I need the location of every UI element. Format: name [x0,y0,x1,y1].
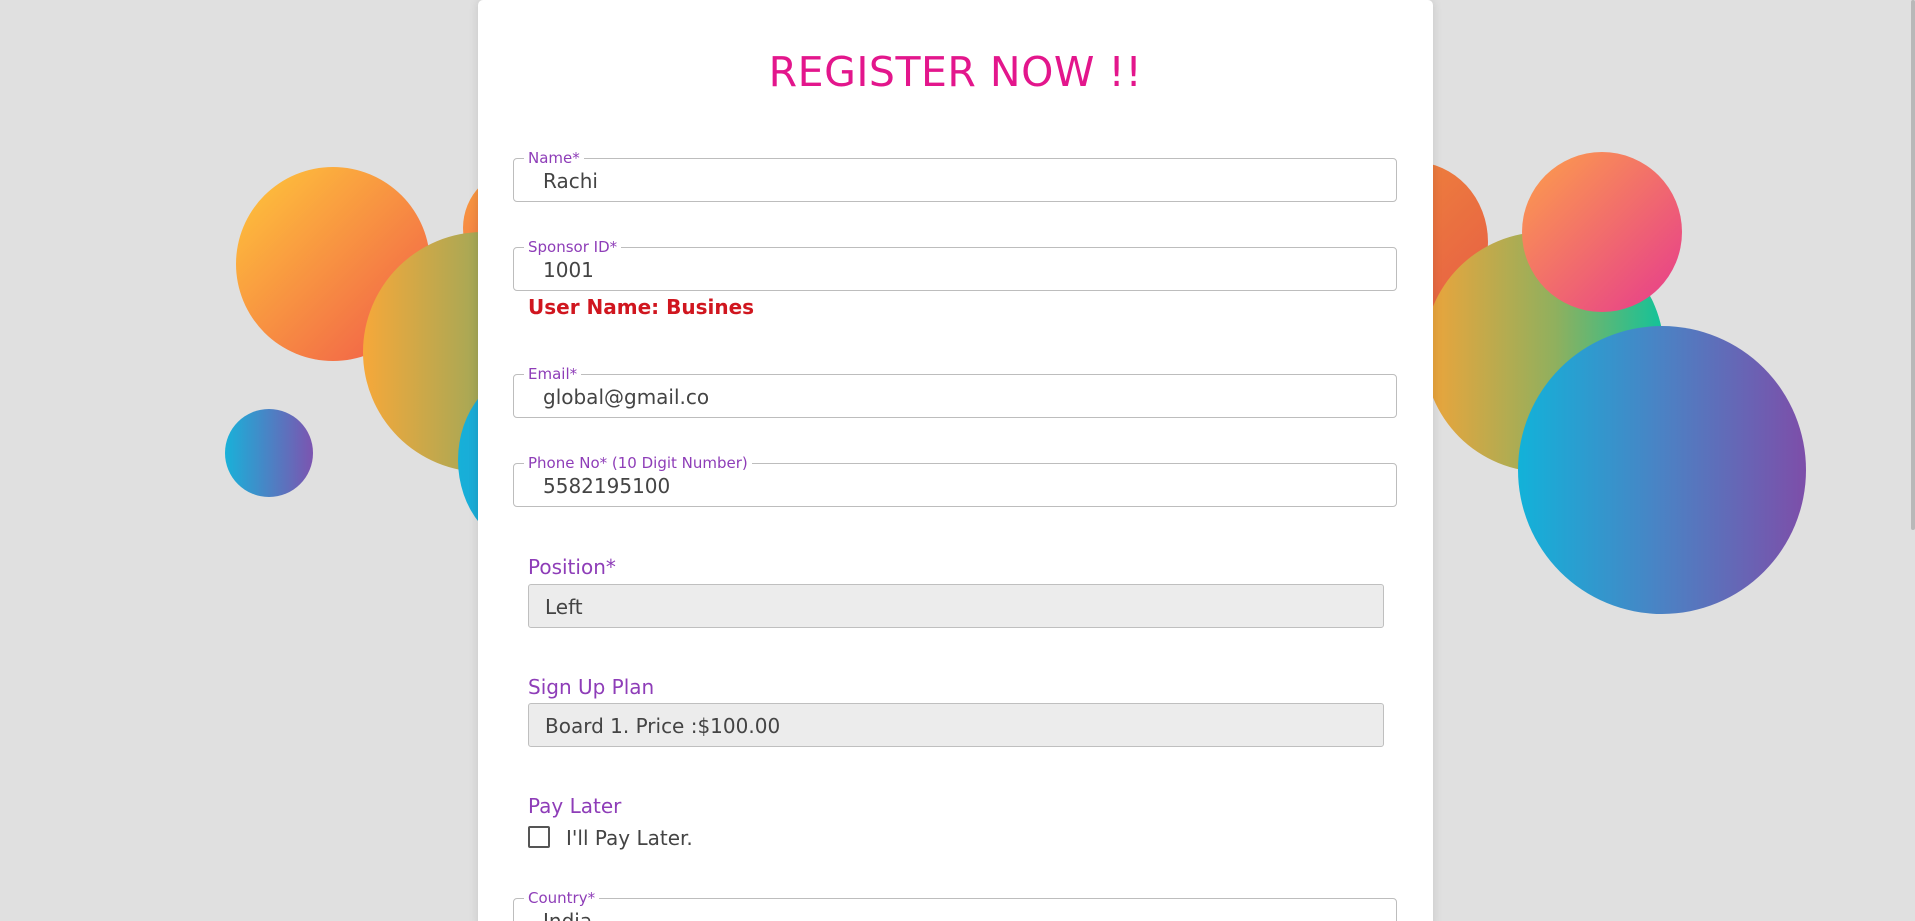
page-scrollbar[interactable] [1911,0,1915,530]
country-field[interactable]: Country* India [513,889,1397,921]
sponsor-id-field-label: Sponsor ID* [524,238,622,256]
phone-field-value[interactable]: 5582195100 [543,474,670,498]
email-field-value[interactable]: global@gmail.co [543,385,709,409]
register-card: REGISTER NOW !! Name* Rachi Sponsor ID* … [478,0,1433,921]
phone-field[interactable]: Phone No* (10 Digit Number) 5582195100 [513,454,1397,507]
signup-plan-label: Sign Up Plan [528,675,655,699]
name-field[interactable]: Name* Rachi [513,149,1397,202]
pay-later-label: Pay Later [528,794,622,818]
country-field-label: Country* [524,889,600,907]
phone-field-label: Phone No* (10 Digit Number) [524,454,752,472]
position-select[interactable]: Left [528,584,1384,628]
pay-later-checkbox[interactable] [528,826,550,848]
country-field-value[interactable]: India [543,909,592,921]
sponsor-id-field-value[interactable]: 1001 [543,258,594,282]
decorative-bubble [225,409,313,497]
name-field-value[interactable]: Rachi [543,169,598,193]
email-field-label: Email* [524,365,582,383]
page-stage: REGISTER NOW !! Name* Rachi Sponsor ID* … [0,0,1915,921]
position-label: Position* [528,555,616,579]
pay-later-checkbox-label[interactable]: I'll Pay Later. [566,826,693,850]
decorative-bubble [1518,326,1806,614]
decorative-bubble [1522,152,1682,312]
sponsor-username-hint: User Name: Busines [528,295,755,319]
sponsor-id-field[interactable]: Sponsor ID* 1001 [513,238,1397,291]
signup-plan-select-value: Board 1. Price :$100.00 [545,714,781,738]
email-field[interactable]: Email* global@gmail.co [513,365,1397,418]
page-title: REGISTER NOW !! [768,48,1143,96]
name-field-label: Name* [524,149,584,167]
signup-plan-select[interactable]: Board 1. Price :$100.00 [528,703,1384,747]
position-select-value: Left [545,595,583,619]
